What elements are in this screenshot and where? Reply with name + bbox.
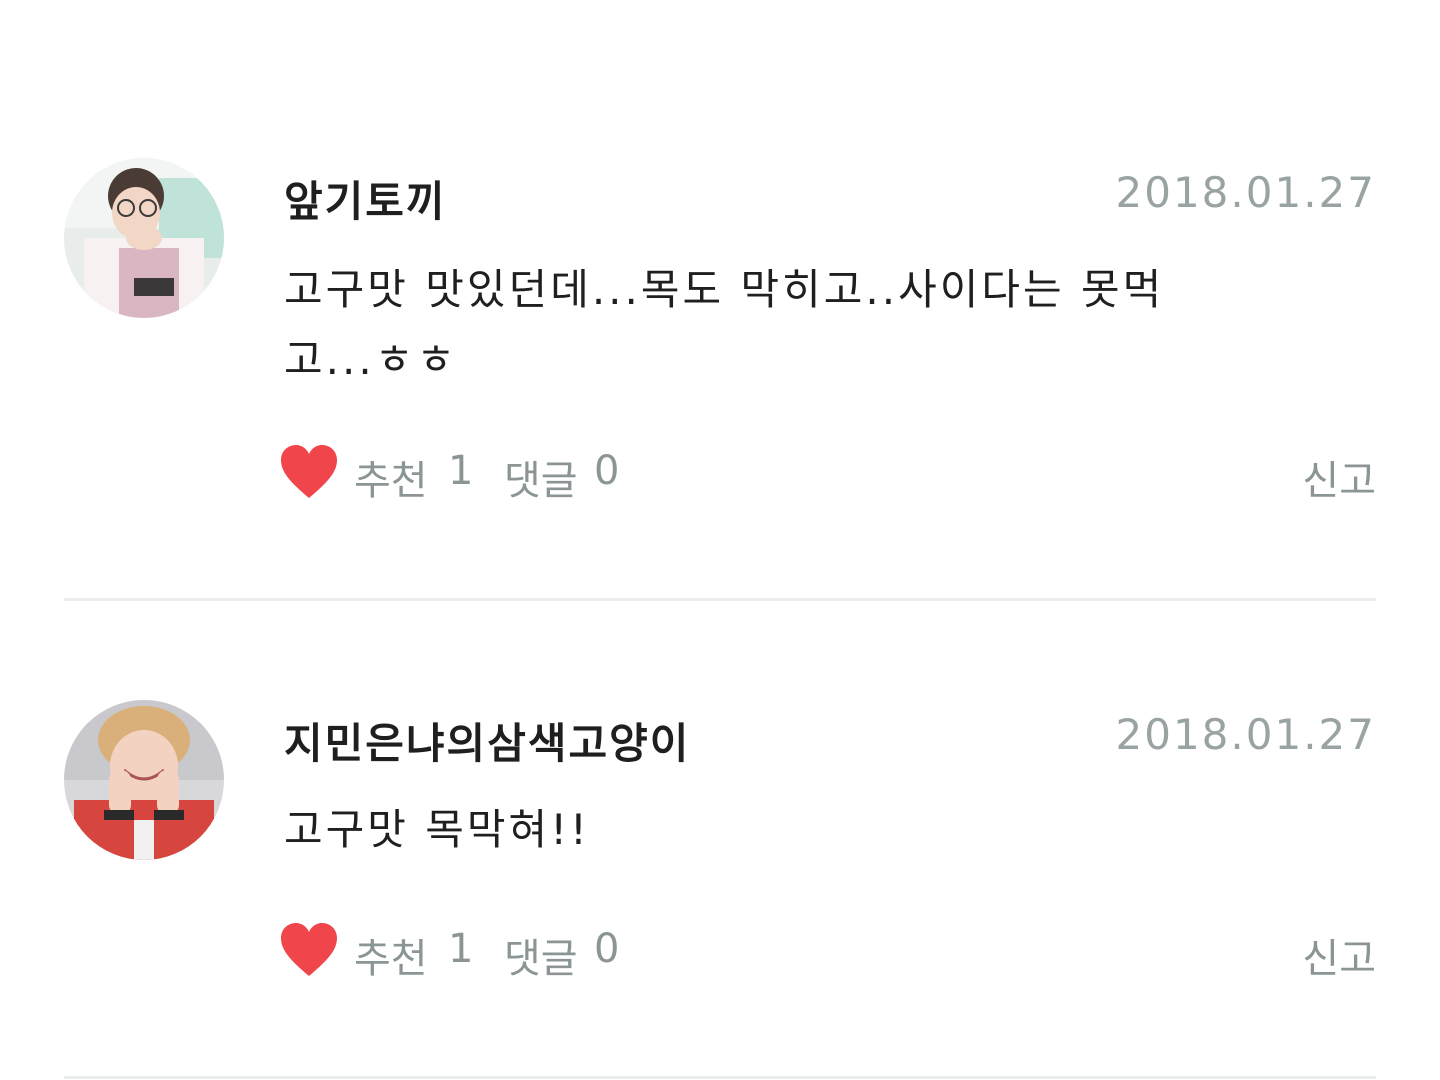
comment-actions: 추천 1 댓글 0 신고 [280, 442, 1376, 504]
user-avatar-photo [64, 158, 224, 318]
reply-count: 0 [594, 448, 620, 494]
author-name[interactable]: 지민은냐의삼색고양이 [284, 710, 690, 771]
avatar[interactable] [64, 158, 224, 318]
reply-count: 0 [594, 926, 620, 972]
comment-item: 앞기토끼 2018.01.27 고구맛 맛있던데...목도 막히고..사이다는 … [0, 0, 1440, 602]
author-name[interactable]: 앞기토끼 [284, 168, 447, 229]
heart-icon[interactable] [280, 444, 338, 500]
heart-icon[interactable] [280, 922, 338, 978]
comment-text: 고구맛 맛있던데...목도 막히고..사이다는 못먹고...ㅎㅎ [284, 265, 1165, 384]
divider [64, 1076, 1376, 1079]
divider [64, 598, 1376, 601]
comment-text: 고구맛 목막혀!! [284, 805, 590, 854]
avatar[interactable] [64, 700, 224, 860]
like-count: 1 [448, 448, 474, 494]
comment-item: 지민은냐의삼색고양이 2018.01.27 고구맛 목막혀!! 추천 1 댓글 … [0, 602, 1440, 1080]
reply-button[interactable]: 댓글 [504, 926, 578, 984]
user-avatar-photo [64, 700, 224, 860]
comment-date: 2018.01.27 [1115, 168, 1376, 217]
report-button[interactable]: 신고 [1302, 926, 1376, 984]
like-label[interactable]: 추천 [354, 926, 428, 984]
comment-date: 2018.01.27 [1115, 710, 1376, 759]
comment-actions: 추천 1 댓글 0 신고 [280, 920, 1376, 982]
report-button[interactable]: 신고 [1302, 448, 1376, 506]
reply-button[interactable]: 댓글 [504, 448, 578, 506]
like-count: 1 [448, 926, 474, 972]
like-label[interactable]: 추천 [354, 448, 428, 506]
